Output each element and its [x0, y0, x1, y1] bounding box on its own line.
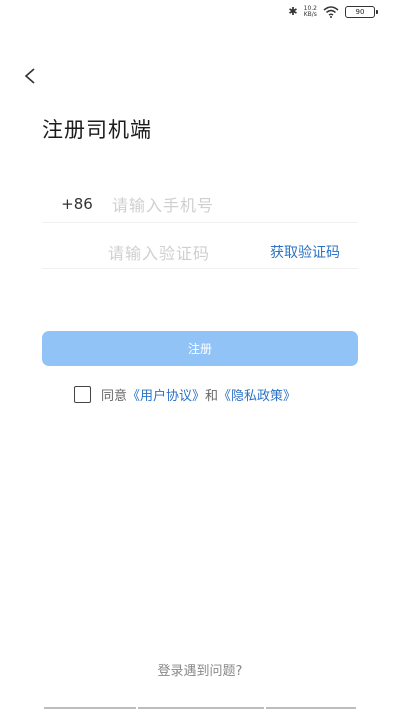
page-title: 注册司机端 — [42, 118, 152, 142]
privacy-policy-link[interactable]: 《隐私政策》 — [218, 385, 296, 404]
agree-prefix: 同意 — [101, 389, 128, 404]
bottom-bar-segment — [138, 707, 264, 709]
chevron-left-icon — [24, 68, 35, 84]
phone-row: +86 请输入手机号 — [42, 186, 358, 223]
wifi-icon — [323, 6, 339, 18]
country-code[interactable]: +86 — [42, 195, 112, 213]
code-input[interactable]: 请输入验证码 — [108, 240, 210, 264]
battery-level: 90 — [345, 6, 375, 18]
agreement-row: 同意 《用户协议》 和 《隐私政策》 — [74, 385, 296, 404]
speed-unit: KB/s — [303, 11, 317, 18]
phone-input[interactable]: 请输入手机号 — [112, 192, 214, 216]
code-row: 请输入验证码 获取验证码 — [42, 232, 358, 269]
status-bar: ✱ 10.2 KB/s 90 — [0, 0, 400, 26]
agree-and: 和 — [205, 389, 219, 404]
bluetooth-icon: ✱ — [288, 5, 298, 18]
bottom-bars — [44, 707, 356, 709]
user-agreement-link[interactable]: 《用户协议》 — [127, 385, 205, 404]
battery-icon: 90 — [345, 6, 378, 18]
get-code-button[interactable]: 获取验证码 — [270, 242, 340, 262]
battery-tip — [376, 10, 378, 14]
login-problem-link[interactable]: 登录遇到问题? — [0, 660, 400, 679]
bottom-bar-segment — [266, 707, 356, 709]
bottom-bar-segment — [44, 707, 136, 709]
agree-checkbox[interactable] — [74, 386, 91, 403]
status-icons: ✱ 10.2 KB/s 90 — [288, 6, 378, 18]
network-speed: 10.2 KB/s — [304, 6, 317, 18]
back-button[interactable] — [22, 64, 46, 90]
register-button[interactable]: 注册 — [42, 331, 358, 366]
